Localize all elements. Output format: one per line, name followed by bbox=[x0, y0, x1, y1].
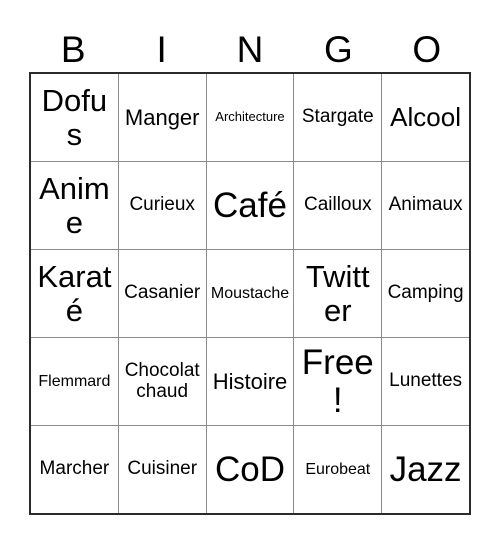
bingo-header-letter-g: G bbox=[323, 29, 353, 70]
bingo-cell[interactable]: Jazz bbox=[382, 426, 469, 513]
bingo-cell[interactable]: Chocolat chaud bbox=[118, 338, 207, 425]
bingo-cell[interactable]: Anime bbox=[31, 162, 119, 249]
bingo-cell-label: Manger bbox=[124, 104, 200, 130]
bingo-cell-label: Casanier bbox=[124, 282, 201, 304]
bingo-cell-label: Eurobeat bbox=[305, 460, 371, 478]
bingo-header-letter-o: O bbox=[412, 29, 442, 70]
bingo-header-letter-i: I bbox=[156, 29, 167, 70]
bingo-row: Anime Curieux Café Cailloux Animaux bbox=[31, 162, 469, 250]
bingo-cell[interactable]: Eurobeat bbox=[294, 426, 383, 513]
bingo-cell[interactable]: Dofus bbox=[31, 74, 119, 161]
bingo-cell-label: Moustache bbox=[210, 284, 290, 302]
bingo-cell-label: Cuisiner bbox=[127, 458, 198, 480]
bingo-cell[interactable]: Cailloux bbox=[294, 162, 383, 249]
bingo-header-row: B I N G O bbox=[29, 12, 471, 72]
bingo-header-letter-b: B bbox=[60, 29, 86, 70]
bingo-cell-label: Jazz bbox=[389, 449, 462, 489]
bingo-cell[interactable]: Café bbox=[206, 162, 295, 249]
bingo-grid: Dofus Manger Architecture Stargate Alcoo… bbox=[29, 72, 471, 515]
bingo-row: Dofus Manger Architecture Stargate Alcoo… bbox=[31, 74, 469, 162]
bingo-header-letter-n: N bbox=[236, 29, 264, 70]
bingo-cell-label: Marcher bbox=[39, 458, 110, 480]
bingo-cell-label: Chocolat chaud bbox=[124, 359, 200, 402]
bingo-cell-label: Karaté bbox=[37, 259, 112, 328]
bingo-cell-label: Alcool bbox=[390, 102, 461, 133]
bingo-cell[interactable]: Histoire bbox=[206, 338, 295, 425]
bingo-cell-label: Histoire bbox=[212, 368, 288, 394]
bingo-cell[interactable]: Animaux bbox=[382, 162, 469, 249]
bingo-cell[interactable]: Karaté bbox=[31, 250, 119, 337]
bingo-cell[interactable]: Manger bbox=[118, 74, 207, 161]
bingo-cell-label: Lunettes bbox=[389, 370, 463, 392]
bingo-cell-label: Twitter bbox=[305, 259, 370, 328]
bingo-cell-label: CoD bbox=[214, 449, 285, 489]
bingo-cell-label: Anime bbox=[39, 171, 110, 240]
bingo-cell[interactable]: Cuisiner bbox=[118, 426, 207, 513]
bingo-cell-label: Cailloux bbox=[303, 194, 372, 216]
bingo-cell[interactable]: Flemmard bbox=[31, 338, 119, 425]
bingo-cell-label: Dofus bbox=[41, 83, 108, 152]
bingo-cell[interactable]: Twitter bbox=[294, 250, 383, 337]
bingo-cell-label: Architecture bbox=[215, 109, 285, 125]
bingo-cell[interactable]: Moustache bbox=[206, 250, 295, 337]
bingo-cell-label: Curieux bbox=[129, 194, 195, 216]
bingo-cell-label: Animaux bbox=[388, 194, 463, 216]
bingo-cell[interactable]: CoD bbox=[206, 426, 295, 513]
bingo-cell-label: Stargate bbox=[301, 106, 374, 128]
bingo-card: B I N G O Dofus Manger Architecture Star… bbox=[0, 0, 500, 544]
bingo-cell[interactable]: Camping bbox=[382, 250, 469, 337]
bingo-row: Karaté Casanier Moustache Twitter Campin… bbox=[31, 250, 469, 338]
bingo-cell[interactable]: Lunettes bbox=[382, 338, 469, 425]
bingo-cell[interactable]: Marcher bbox=[31, 426, 119, 513]
bingo-row: Flemmard Chocolat chaud Histoire Free! L… bbox=[31, 338, 469, 426]
bingo-cell[interactable]: Curieux bbox=[118, 162, 207, 249]
bingo-cell-label: Café bbox=[213, 185, 287, 225]
bingo-cell-label: Free! bbox=[301, 342, 374, 420]
bingo-cell[interactable]: Stargate bbox=[294, 74, 383, 161]
bingo-row: Marcher Cuisiner CoD Eurobeat Jazz bbox=[31, 426, 469, 513]
bingo-cell-label: Camping bbox=[387, 282, 464, 304]
bingo-cell-label: Flemmard bbox=[38, 372, 111, 390]
bingo-cell[interactable]: Casanier bbox=[118, 250, 207, 337]
bingo-cell[interactable]: Alcool bbox=[382, 74, 469, 161]
bingo-cell[interactable]: Architecture bbox=[206, 74, 295, 161]
bingo-cell[interactable]: Free! bbox=[294, 338, 383, 425]
